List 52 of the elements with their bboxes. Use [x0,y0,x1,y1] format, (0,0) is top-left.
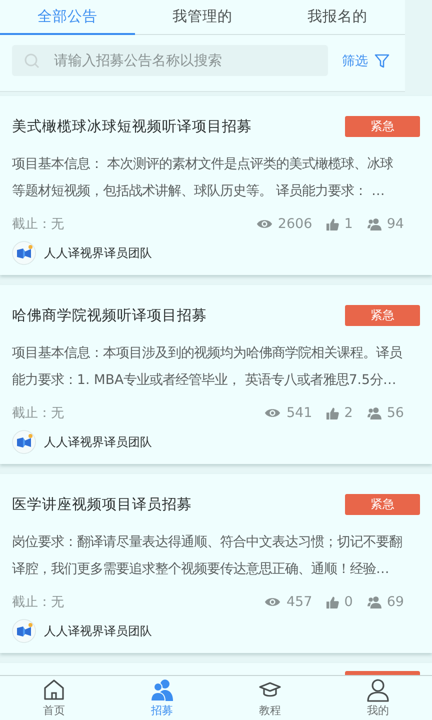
eye-icon [264,596,282,608]
post-title: 美式橄榄球冰球短视频听译项目招募 [12,118,252,136]
applicant-count: 94 [386,216,404,232]
team-name: 人人译视界译员团队 [44,622,152,640]
team-name: 人人译视界译员团队 [44,244,152,262]
urgent-badge: 紧急 [345,305,420,326]
home-icon [42,678,66,702]
post-title: 医学讲座视频项目译员招募 [12,496,192,514]
nav-tab[interactable]: 我的 [324,676,432,720]
search-field[interactable]: 请输入招募公告名称以搜索 [12,45,328,76]
post-description: 项目基本信息：本项目涉及到的视频均为哈佛商学院相关课程。译员能力要求：1. MBA专业或者经管毕业， 英语专八或者雅思7.5分… [12,344,403,390]
view-count: 541 [286,405,312,421]
nav-tab[interactable]: 招募 [108,676,216,720]
nav-tab[interactable]: 教程 [216,676,324,720]
post-card[interactable]: 哈佛商学院视频听译项目招募 紧急 项目基本信息：本项目涉及到的视频均为哈佛商学院相关课程。译员能力要求：1. MBA专业或者经管毕业， 英语专八或者雅思7.5分… 截止：无 541 2 56 人人译视界译员团队 [0,285,432,464]
eye-icon [264,407,282,419]
nav-tab[interactable]: 首页 [0,676,108,720]
eye-icon [256,218,273,230]
people-icon [366,596,382,608]
team-logo [12,619,36,643]
urgent-badge: 紧急 [345,494,420,515]
like-count: 0 [344,594,353,610]
thumbs-up-icon [326,406,340,420]
filter-icon [374,52,390,68]
filter-button[interactable]: 筛选 [342,52,390,70]
thumbs-up-icon [326,596,340,608]
people-icon [150,678,174,702]
tab[interactable]: 全部公告 [0,0,135,35]
like-count: 1 [344,216,353,232]
view-count: 457 [286,594,312,610]
team-logo [12,241,36,265]
post-card[interactable]: 医学讲座视频项目译员招募 紧急 岗位要求：翻译请尽量表达得通顺、符合中文表达习惯；切记不要翻译腔，我们更多需要追求整个视频要传达意思正确、通顺！经验… 截止：无 457 0 69 人人译视界译员团队 [0,474,432,653]
post-description: 岗位要求：翻译请尽量表达得通顺、符合中文表达习惯；切记不要翻译腔，我们更多需要追求整个视频要传达意思正确、通顺！经验… [12,534,403,579]
deadline-text: 截止：无 [12,216,64,233]
people-icon [366,406,382,420]
thumbs-up-icon [326,218,340,230]
people-icon [366,218,382,230]
post-title: 哈佛商学院视频听译项目招募 [12,306,207,325]
deadline-text: 截止：无 [12,405,64,422]
team-name: 人人译视界译员团队 [44,434,152,450]
post-description: 项目基本信息： 本次测评的素材文件是点评类的美式橄榄球、冰球等题材短视频，包括战术讲解、球队历史等。 译员能力要求： … [12,156,394,201]
tab[interactable]: 我管理的 [135,0,270,35]
person-icon [366,678,390,702]
urgent-badge: 紧急 [345,116,420,137]
like-count: 2 [344,405,353,421]
applicant-count: 69 [386,594,404,610]
view-count: 2606 [278,216,312,232]
post-card[interactable]: 美式橄榄球冰球短视频听译项目招募 紧急 项目基本信息： 本次测评的素材文件是点评类的美式橄榄球、冰球等题材短视频，包括战术讲解、球队历史等。 译员能力要求： … 截止：无 2606 1 94 人人译视界译员团队 [0,96,432,275]
tab[interactable]: 我报名的 [270,0,405,35]
team-logo [12,430,36,454]
applicant-count: 56 [386,405,404,421]
deadline-text: 截止：无 [12,594,64,611]
